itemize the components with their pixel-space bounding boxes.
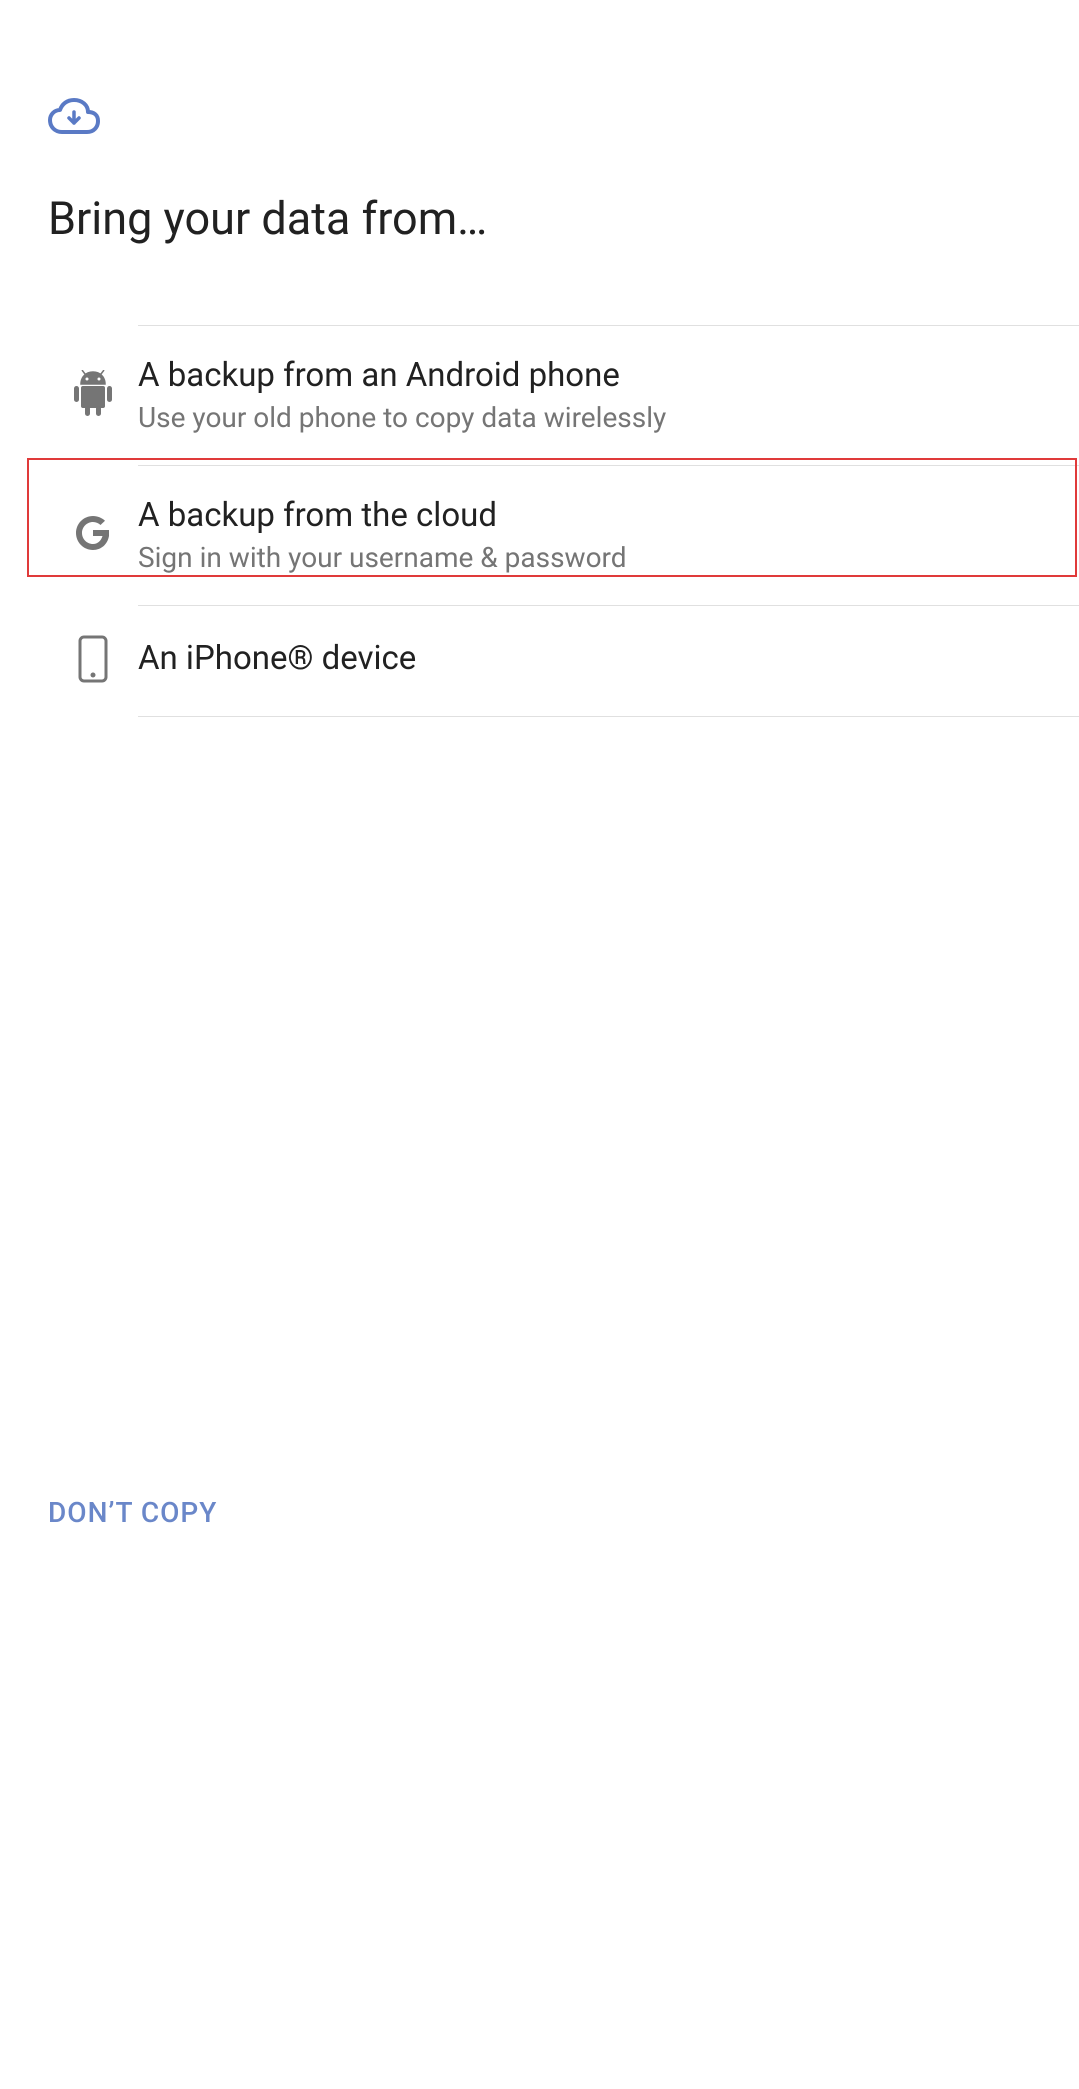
options-list: A backup from an Android phone Use your … bbox=[0, 325, 1079, 717]
dont-copy-button[interactable]: DON’T COPY bbox=[48, 1496, 217, 1529]
page-title: Bring your data from… bbox=[48, 192, 1031, 245]
option-title: A backup from the cloud bbox=[138, 496, 1059, 535]
option-title: A backup from an Android phone bbox=[138, 356, 1059, 395]
option-iphone[interactable]: An iPhone® device bbox=[0, 605, 1079, 717]
option-cloud-backup[interactable]: A backup from the cloud Sign in with you… bbox=[0, 465, 1079, 605]
phone-icon bbox=[78, 635, 108, 687]
option-android-backup[interactable]: A backup from an Android phone Use your … bbox=[0, 325, 1079, 465]
option-title: An iPhone® device bbox=[138, 639, 1059, 678]
option-subtitle: Sign in with your username & password bbox=[138, 541, 1059, 574]
android-icon bbox=[73, 370, 113, 420]
cloud-download-icon bbox=[48, 98, 1031, 134]
google-icon bbox=[74, 514, 112, 556]
option-subtitle: Use your old phone to copy data wireless… bbox=[138, 401, 1059, 434]
